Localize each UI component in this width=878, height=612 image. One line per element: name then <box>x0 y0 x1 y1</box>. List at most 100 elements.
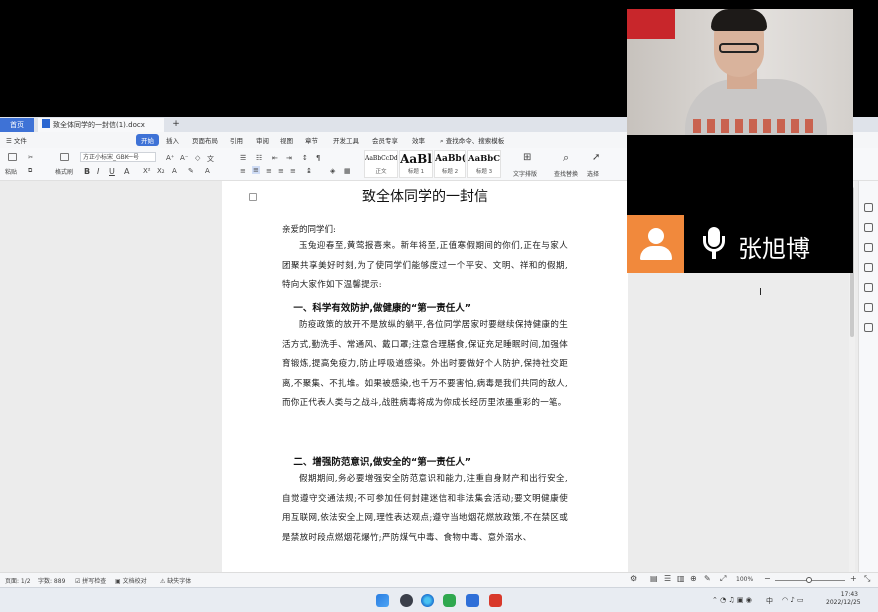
format-painter-button[interactable]: 格式刷 <box>55 167 73 176</box>
paste-button[interactable]: 粘贴 <box>5 167 17 176</box>
menu-file[interactable]: ☰ 文件 <box>6 135 27 145</box>
document-proof-button[interactable]: ▣ 文档校对 <box>115 576 147 585</box>
borders-button[interactable]: ▦ <box>344 167 351 175</box>
zoom-level[interactable]: 100% <box>736 576 753 583</box>
menu-view[interactable]: 视图 <box>280 135 293 145</box>
spell-check-label: 拼写检查 <box>82 578 107 585</box>
wps-app-icon[interactable] <box>489 594 502 607</box>
clear-format-button[interactable]: ◇ <box>195 154 200 162</box>
distribute-button[interactable]: ≡ <box>290 167 296 175</box>
word-count[interactable]: 字数: 889 <box>38 576 65 585</box>
style-heading-1[interactable]: AaBl 标题 1 <box>399 150 433 178</box>
style-heading-3[interactable]: AaBbC 标题 3 <box>467 150 501 178</box>
edit-icon[interactable] <box>864 203 873 212</box>
page-view-icon[interactable]: ▤ <box>650 574 658 583</box>
menu-review[interactable]: 审阅 <box>256 135 269 145</box>
pen-icon[interactable]: ✎ <box>704 574 711 583</box>
paragraph-health: 防疫政策的放开不是放纵的躺平,各位同学居家时要继续保持健康的生活方式,勤洗手、常… <box>282 320 568 408</box>
paste-icon[interactable] <box>8 153 17 161</box>
find-replace-button[interactable]: 查找替换 <box>554 169 578 178</box>
subscript-button[interactable]: X₂ <box>157 167 165 175</box>
menu-page-layout[interactable]: 页面布局 <box>192 135 218 145</box>
command-search[interactable]: ⌕ 查找命令、搜索模板 <box>440 135 504 146</box>
fullscreen-icon[interactable]: ⤡ <box>864 574 870 584</box>
char-color-button[interactable]: A <box>205 167 210 175</box>
menu-insert[interactable]: 插入 <box>166 135 179 145</box>
italic-button[interactable]: I <box>97 167 99 176</box>
sort-button[interactable]: ↕ <box>302 154 308 162</box>
greeting: 亲爱的同学们: <box>282 225 336 235</box>
menu-efficiency[interactable]: 效率 <box>412 135 425 145</box>
grow-font-button[interactable]: A⁺ <box>166 154 174 162</box>
indent-button[interactable]: ⇥ <box>286 154 292 162</box>
style-heading-2[interactable]: AaBb( 标题 2 <box>434 150 466 178</box>
new-tab-button[interactable]: + <box>170 118 182 132</box>
view-icon[interactable]: ⚙ <box>630 574 637 583</box>
pointer-icon[interactable] <box>864 223 873 232</box>
font-color-button[interactable]: A <box>124 167 129 176</box>
reading-view-icon[interactable]: ▥ <box>677 574 685 583</box>
input-method-indicator[interactable]: 中 <box>766 596 773 606</box>
select-icon[interactable]: ➚ <box>592 152 600 163</box>
windows-start-icon[interactable] <box>376 594 389 607</box>
highlight-button[interactable]: ✎ <box>188 167 194 175</box>
help-icon[interactable] <box>864 263 873 272</box>
outdent-button[interactable]: ⇤ <box>272 154 278 162</box>
spell-check-button[interactable]: ☑ 拼写检查 <box>75 576 106 585</box>
underline-button[interactable]: U <box>109 167 115 176</box>
shading-button[interactable]: ◈ <box>330 167 335 175</box>
panel-icon[interactable] <box>864 323 873 332</box>
font-name-select[interactable]: 方正小标宋_GBK 一号 <box>80 152 156 162</box>
line-spacing-button[interactable]: ↨ <box>306 167 312 175</box>
text-effect-button[interactable]: A <box>172 167 177 175</box>
menu-references[interactable]: 引用 <box>230 135 243 145</box>
select-button[interactable]: 选择 <box>587 169 599 178</box>
format-painter-icon[interactable] <box>60 153 69 161</box>
superscript-button[interactable]: X² <box>143 167 151 175</box>
settings-app-icon[interactable] <box>400 594 413 607</box>
outline-view-icon[interactable]: ☰ <box>664 574 671 583</box>
show-marks-button[interactable]: ¶ <box>316 154 320 162</box>
zoom-out-button[interactable]: − <box>764 574 771 583</box>
zoom-in-button[interactable]: + <box>850 574 857 583</box>
tab-document[interactable]: 致全体同学的一封信(1).docx <box>38 118 164 132</box>
align-center-button[interactable]: ≡ <box>252 166 260 174</box>
shrink-font-button[interactable]: A⁻ <box>180 154 188 162</box>
align-right-button[interactable]: ≡ <box>266 167 272 175</box>
fit-icon[interactable]: ⤢ <box>720 574 726 584</box>
share-icon[interactable] <box>864 283 873 292</box>
page-count[interactable]: 页面: 1/2 <box>5 576 31 585</box>
bullets-button[interactable]: ☰ <box>240 154 246 162</box>
align-left-button[interactable]: ≡ <box>240 167 246 175</box>
style-normal[interactable]: AaBbCcDd 正文 <box>364 150 398 178</box>
text-layout-button[interactable]: 文字排版 <box>513 169 537 178</box>
text-layout-icon[interactable]: ⊞ <box>523 152 531 163</box>
style-heading-1-sample: AaBl <box>400 152 432 166</box>
copy-icon[interactable]: ⧉ <box>28 167 32 175</box>
find-icon[interactable]: ⌕ <box>563 151 569 165</box>
missing-font-button[interactable]: ⚠ 缺失字体 <box>160 576 191 585</box>
tray-icons[interactable]: ⌃ ◔ ♫ ▣ ◉ <box>712 596 752 604</box>
menu-developer[interactable]: 开发工具 <box>333 135 359 145</box>
participant-video[interactable] <box>627 9 853 135</box>
menu-member[interactable]: 会员专享 <box>372 135 398 145</box>
speaker-tile[interactable]: 张旭博 <box>627 215 853 273</box>
menu-sections[interactable]: 章节 <box>305 135 318 145</box>
document-page[interactable]: 致全体同学的一封信 亲爱的同学们: 玉兔迎春至,黄莺报喜来。新年将至,正值寒假期… <box>222 181 628 572</box>
tab-home[interactable]: 首页 <box>0 118 34 132</box>
numbering-button[interactable]: ☷ <box>256 154 262 162</box>
justify-button[interactable]: ≡ <box>278 167 284 175</box>
bold-button[interactable]: B <box>84 167 90 176</box>
wechat-icon[interactable] <box>443 594 456 607</box>
meeting-app-icon[interactable] <box>466 594 479 607</box>
zoom-slider-knob[interactable] <box>806 577 812 583</box>
edge-browser-icon[interactable] <box>421 594 434 607</box>
menu-home[interactable]: 开始 <box>136 134 159 146</box>
phonetic-button[interactable]: 文 <box>207 154 214 164</box>
system-clock[interactable]: 17:43 2022/12/25 <box>826 591 861 607</box>
network-volume-icons[interactable]: ◠ ♪ ▭ <box>782 596 804 604</box>
adjust-icon[interactable] <box>864 243 873 252</box>
backup-icon[interactable] <box>864 303 873 312</box>
web-view-icon[interactable]: ⊕ <box>690 574 697 583</box>
cut-icon[interactable]: ✂ <box>28 154 33 161</box>
